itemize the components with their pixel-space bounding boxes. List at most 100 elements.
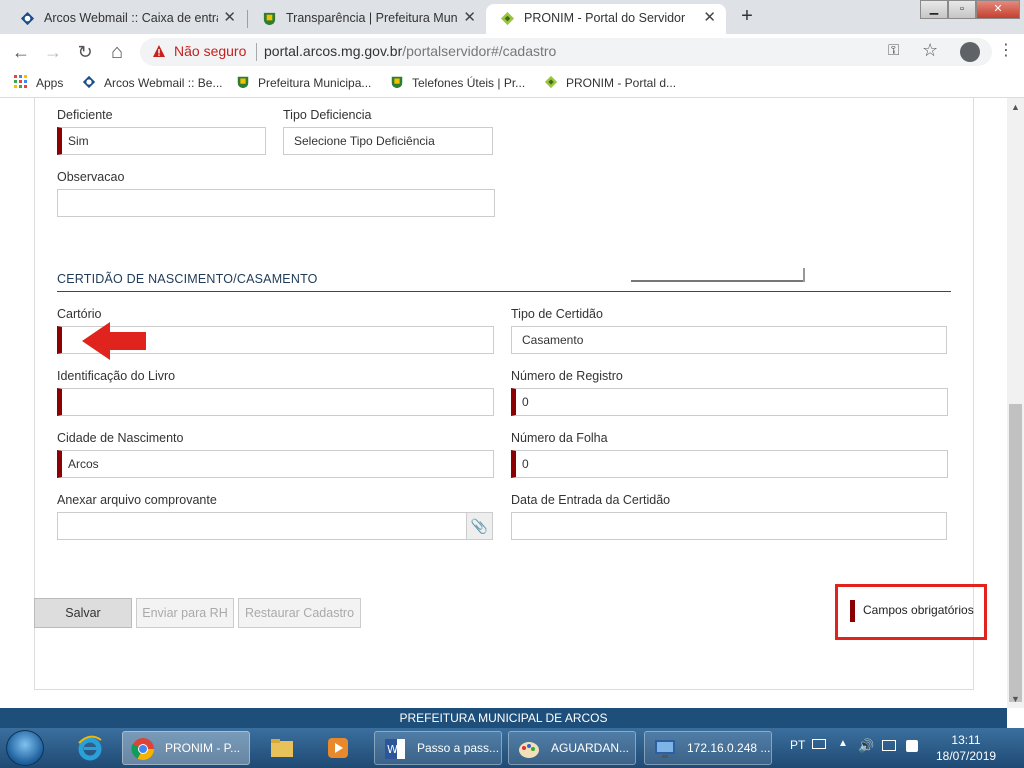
pronim-icon <box>500 11 515 26</box>
taskbar-item-explorer[interactable] <box>262 731 302 765</box>
numero-folha-input[interactable]: 0 <box>511 450 948 478</box>
word-icon: W <box>385 739 405 759</box>
network-icon[interactable] <box>882 740 896 751</box>
numero-registro-input[interactable]: 0 <box>511 388 948 416</box>
volume-icon[interactable]: 🔊 <box>858 738 874 754</box>
start-button[interactable] <box>6 730 44 766</box>
bookmark-apps[interactable]: Apps <box>14 75 63 90</box>
prefeitura-crest-icon <box>263 12 276 26</box>
clock-date: 18/07/2019 <box>936 749 997 763</box>
section-divider <box>57 291 951 292</box>
send-to-rh-button[interactable]: Enviar para RH <box>136 598 234 628</box>
tipo-certidao-select[interactable]: Casamento <box>511 326 947 354</box>
deficiente-select[interactable]: Sim <box>57 127 266 155</box>
numero-folha-label: Número da Folha <box>511 431 608 445</box>
browser-menu-icon[interactable]: ⋮ <box>998 42 1014 60</box>
prefeitura-crest-icon <box>391 76 403 89</box>
bookmark-prefeitura[interactable]: Prefeitura Municipa... <box>236 75 371 90</box>
internet-explorer-icon <box>78 735 102 761</box>
bookmark-pronim[interactable]: PRONIM - Portal d... <box>544 75 676 90</box>
address-bar[interactable]: Não seguro portal.arcos.mg.gov.br/portal… <box>140 38 992 66</box>
key-icon[interactable]: ⚿ <box>888 42 899 59</box>
tray-expand-icon[interactable]: ▲ <box>838 738 848 749</box>
url-host: portal.arcos.mg.gov.br <box>264 43 403 59</box>
system-clock[interactable]: 13:11 18/07/2019 <box>936 732 996 764</box>
minimize-button[interactable]: ▁ <box>920 0 948 19</box>
tab-title: Transparência | Prefeitura Munic <box>286 11 458 25</box>
scroll-up-icon[interactable]: ▲ <box>1007 102 1024 112</box>
apps-grid-icon <box>14 75 27 88</box>
bookmark-label: Apps <box>36 76 64 90</box>
tab-close-icon[interactable]: ✕ <box>463 4 476 32</box>
prefeitura-crest-icon <box>237 76 249 89</box>
windows-taskbar: PRONIM - P... W Passo a pass... AGUARDAN… <box>0 728 1024 768</box>
tab-transparencia[interactable]: Transparência | Prefeitura Munic ✕ <box>248 4 486 34</box>
data-entrada-label: Data de Entrada da Certidão <box>511 493 671 507</box>
bookmark-label: PRONIM - Portal d... <box>566 76 677 90</box>
taskbar-item-media[interactable] <box>318 731 358 765</box>
data-entrada-input[interactable] <box>511 512 947 540</box>
clock-time: 13:11 <box>951 733 981 747</box>
taskbar-item-label: Passo a pass... <box>417 741 500 755</box>
paperclip-icon[interactable]: 📎 <box>466 513 492 539</box>
system-tray: PT ▲ 🔊 13:11 18/07/2019 <box>786 728 1024 768</box>
warning-icon[interactable] <box>152 44 166 58</box>
identificacao-livro-input[interactable] <box>57 388 494 416</box>
url-separator <box>256 43 257 61</box>
home-button[interactable]: ⌂ <box>104 39 130 65</box>
scroll-down-icon[interactable]: ▼ <box>1007 694 1024 704</box>
back-button[interactable]: ← <box>8 39 34 65</box>
tipo-deficiencia-label: Tipo Deficiencia <box>283 108 372 122</box>
new-tab-button[interactable]: + <box>733 5 761 29</box>
webmail-icon <box>82 75 96 89</box>
tipo-certidao-label: Tipo de Certidão <box>511 307 603 321</box>
section-title: CERTIDÃO DE NASCIMENTO/CASAMENTO <box>57 272 318 286</box>
tab-close-icon[interactable]: ✕ <box>223 4 236 32</box>
tab-pronim[interactable]: PRONIM - Portal do Servidor ✕ <box>486 4 726 34</box>
webmail-icon <box>20 11 35 26</box>
save-button[interactable]: Salvar <box>34 598 132 628</box>
anexar-arquivo-input[interactable]: 📎 <box>57 512 493 540</box>
annotation-arrow-icon <box>82 322 146 360</box>
explorer-folder-icon <box>271 739 293 757</box>
cartorio-label: Cartório <box>57 307 102 321</box>
required-marker <box>850 600 855 622</box>
cidade-nascimento-input[interactable]: Arcos <box>57 450 494 478</box>
action-center-flag-icon[interactable] <box>906 740 918 752</box>
tab-title: Arcos Webmail :: Caixa de entrad <box>44 11 218 25</box>
tab-close-icon[interactable]: ✕ <box>703 4 716 32</box>
browser-toolbar: ← → ↻ ⌂ Não seguro portal.arcos.mg.gov.b… <box>0 34 1024 70</box>
stray-divider <box>803 268 805 282</box>
taskbar-item-paint[interactable]: AGUARDAN... <box>508 731 636 765</box>
taskbar-item-chrome[interactable]: PRONIM - P... <box>122 731 250 765</box>
identificacao-livro-label: Identificação do Livro <box>57 369 176 383</box>
required-fields-label: Campos obrigatórios <box>863 603 974 617</box>
scroll-thumb[interactable] <box>1009 404 1022 702</box>
forward-button[interactable]: → <box>40 39 66 65</box>
keyboard-icon[interactable] <box>812 739 826 749</box>
bookmark-telefones[interactable]: Telefones Úteis | Pr... <box>390 75 525 90</box>
observacao-input[interactable] <box>57 189 495 217</box>
tab-webmail[interactable]: Arcos Webmail :: Caixa de entrad ✕ <box>6 4 246 34</box>
restore-record-button[interactable]: Restaurar Cadastro <box>238 598 361 628</box>
url-path: /portalservidor#/cadastro <box>402 43 557 59</box>
window-close-button[interactable]: ✕ <box>976 0 1020 19</box>
bookmark-webmail[interactable]: Arcos Webmail :: Be... <box>82 75 222 90</box>
taskbar-item-word[interactable]: W Passo a pass... <box>374 731 502 765</box>
svg-text:W: W <box>387 743 398 756</box>
maximize-button[interactable]: ▫ <box>948 0 976 19</box>
taskbar-item-label: PRONIM - P... <box>165 741 241 755</box>
tipo-deficiencia-select[interactable]: Selecione Tipo Deficiência <box>283 127 493 155</box>
stray-divider <box>631 280 805 282</box>
bookmark-star-icon[interactable]: ☆ <box>922 40 938 61</box>
reload-button[interactable]: ↻ <box>72 39 98 65</box>
url-text[interactable]: portal.arcos.mg.gov.br/portalservidor#/c… <box>264 43 556 59</box>
taskbar-item-remote-desktop[interactable]: 172.16.0.248 ... <box>644 731 772 765</box>
deficiente-label: Deficiente <box>57 108 113 122</box>
language-indicator[interactable]: PT <box>790 738 805 752</box>
taskbar-item-ie[interactable] <box>70 731 110 765</box>
page-scrollbar[interactable]: ▲ ▼ <box>1007 98 1024 708</box>
profile-avatar-icon[interactable] <box>960 42 980 62</box>
security-label[interactable]: Não seguro <box>174 43 246 59</box>
required-fields-legend: Campos obrigatórios <box>835 584 987 640</box>
